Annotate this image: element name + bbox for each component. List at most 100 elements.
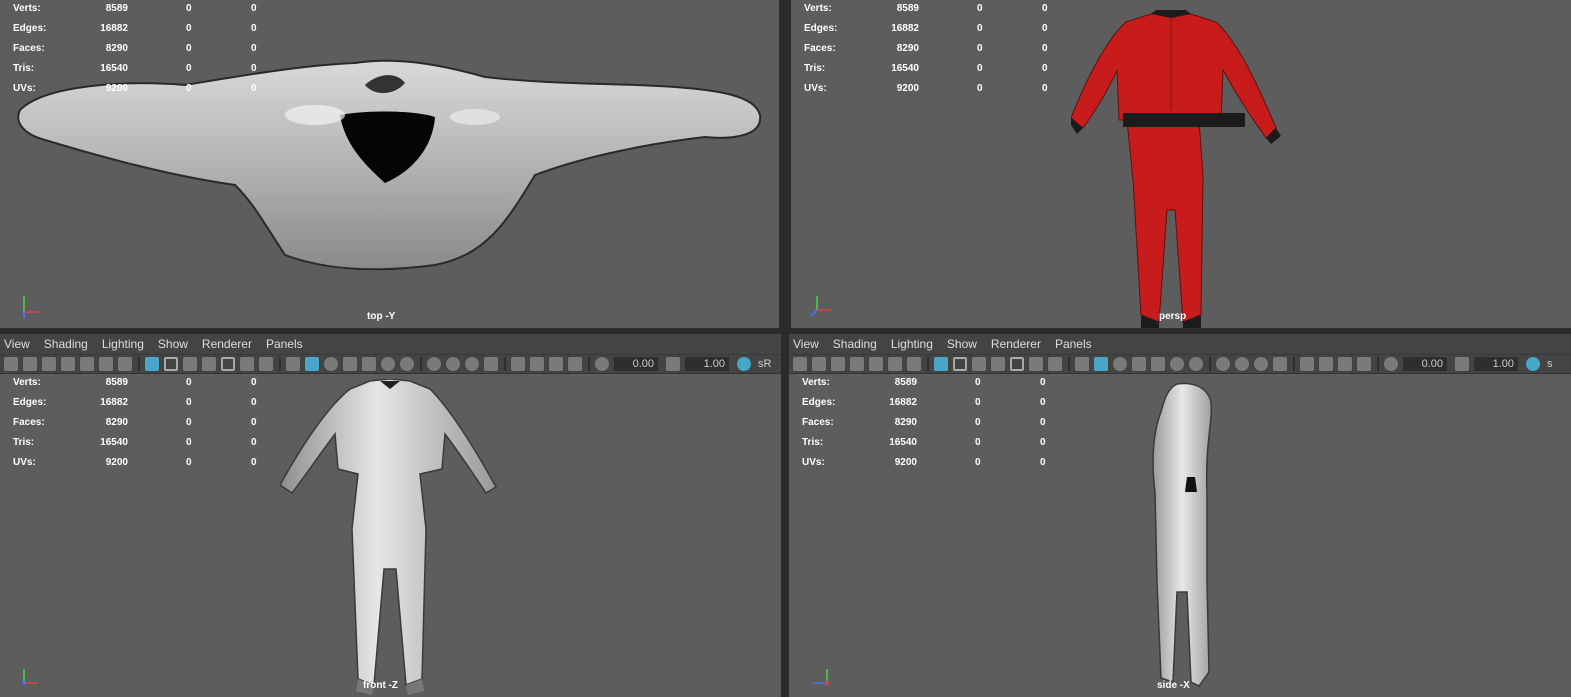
shadows-icon[interactable] <box>400 357 414 371</box>
stat-row-tris: Tris: 16540 0 0 <box>0 60 270 80</box>
safe-action-icon[interactable] <box>1029 357 1043 371</box>
gamma-icon[interactable] <box>666 357 680 371</box>
xray-icon[interactable] <box>362 357 376 371</box>
menu-renderer[interactable]: Renderer <box>991 337 1041 351</box>
safe-title-icon[interactable] <box>1048 357 1062 371</box>
resolution-gate-icon[interactable] <box>972 357 986 371</box>
film-gate-icon[interactable] <box>953 357 967 371</box>
shadows-icon[interactable] <box>1189 357 1203 371</box>
xray-joints-icon[interactable] <box>1319 357 1333 371</box>
color-management-icon[interactable] <box>1526 357 1540 371</box>
bookmark-camera-icon[interactable] <box>831 357 845 371</box>
menu-show[interactable]: Show <box>947 337 977 351</box>
select-camera-icon[interactable] <box>793 357 807 371</box>
jumpsuit-persp-mesh[interactable] <box>1071 10 1281 328</box>
grid-icon[interactable] <box>145 357 159 371</box>
wireframe-on-shaded-icon[interactable] <box>343 357 357 371</box>
menu-view[interactable]: View <box>793 337 819 351</box>
bookmark-icon[interactable] <box>850 357 864 371</box>
exposure-field[interactable]: 0.00 <box>614 357 658 371</box>
2d-pan-zoom-icon[interactable] <box>99 357 113 371</box>
gamma-field[interactable]: 1.00 <box>685 357 729 371</box>
screen-space-ao-icon[interactable] <box>427 357 441 371</box>
smooth-shade-icon[interactable] <box>305 357 319 371</box>
menu-lighting[interactable]: Lighting <box>891 337 933 351</box>
safe-title-icon[interactable] <box>259 357 273 371</box>
xray-active-icon[interactable] <box>549 357 563 371</box>
stat-label: Edges: <box>13 23 47 34</box>
view-transform-label[interactable]: sR <box>758 358 771 370</box>
isolate-select-icon[interactable] <box>511 357 525 371</box>
stat-value: 0 <box>1042 43 1048 54</box>
xray-icon[interactable] <box>1151 357 1165 371</box>
screen-space-ao-icon[interactable] <box>1216 357 1230 371</box>
lights-icon[interactable] <box>1170 357 1184 371</box>
motion-blur-icon[interactable] <box>1235 357 1249 371</box>
default-material-icon[interactable] <box>1113 357 1127 371</box>
2d-pan-zoom-icon[interactable] <box>888 357 902 371</box>
wireframe-icon[interactable] <box>286 357 300 371</box>
jumpsuit-side-mesh[interactable] <box>1147 382 1217 694</box>
stat-value: 0 <box>977 23 983 34</box>
viewport-persp[interactable]: Verts: 8589 0 0 Edges: 16882 0 0 Faces: 8290 0 0 … <box>791 0 1571 328</box>
viewport-front[interactable]: View Shading Lighting Show Renderer Pane… <box>0 334 781 697</box>
anti-aliasing-icon[interactable] <box>465 357 479 371</box>
menu-shading[interactable]: Shading <box>44 337 88 351</box>
exposure-field[interactable]: 0.00 <box>1403 357 1447 371</box>
menu-panels[interactable]: Panels <box>266 337 303 351</box>
stat-label: Faces: <box>802 417 834 428</box>
texture-icon[interactable] <box>568 357 582 371</box>
resolution-gate-icon[interactable] <box>183 357 197 371</box>
depth-of-field-icon[interactable] <box>1273 357 1287 371</box>
stat-row-uvs: UVs: 9200 0 0 <box>0 80 270 100</box>
xray-joints-icon[interactable] <box>530 357 544 371</box>
grid-icon[interactable] <box>934 357 948 371</box>
gate-mask-icon[interactable] <box>991 357 1005 371</box>
viewport-side[interactable]: View Shading Lighting Show Renderer Pane… <box>789 334 1571 697</box>
anti-aliasing-icon[interactable] <box>1254 357 1268 371</box>
menu-renderer[interactable]: Renderer <box>202 337 252 351</box>
field-chart-icon[interactable] <box>221 357 235 371</box>
gamma-field[interactable]: 1.00 <box>1474 357 1518 371</box>
default-material-icon[interactable] <box>324 357 338 371</box>
menu-view[interactable]: View <box>4 337 30 351</box>
stat-value: 8290 <box>894 417 917 428</box>
grease-pencil-icon[interactable] <box>118 357 132 371</box>
viewport-top[interactable]: Verts: 8589 0 0 Edges: 16882 0 0 Faces: 8290 0 0 … <box>0 0 779 328</box>
xray-active-icon[interactable] <box>1338 357 1352 371</box>
color-management-icon[interactable] <box>737 357 751 371</box>
camera-attributes-icon[interactable] <box>812 357 826 371</box>
stat-row-edges: Edges: 16882 0 0 <box>0 394 270 414</box>
menu-panels[interactable]: Panels <box>1055 337 1092 351</box>
gamma-icon[interactable] <box>1455 357 1469 371</box>
menu-lighting[interactable]: Lighting <box>102 337 144 351</box>
field-chart-icon[interactable] <box>1010 357 1024 371</box>
jumpsuit-front-mesh[interactable] <box>280 379 500 697</box>
grease-pencil-icon[interactable] <box>907 357 921 371</box>
camera-attributes-icon[interactable] <box>23 357 37 371</box>
exposure-icon[interactable] <box>595 357 609 371</box>
bookmark-icon[interactable] <box>61 357 75 371</box>
depth-of-field-icon[interactable] <box>484 357 498 371</box>
smooth-shade-icon[interactable] <box>1094 357 1108 371</box>
safe-action-icon[interactable] <box>240 357 254 371</box>
select-camera-icon[interactable] <box>4 357 18 371</box>
exposure-icon[interactable] <box>1384 357 1398 371</box>
film-gate-icon[interactable] <box>164 357 178 371</box>
image-plane-icon[interactable] <box>869 357 883 371</box>
wireframe-on-shaded-icon[interactable] <box>1132 357 1146 371</box>
stat-value: 9200 <box>105 457 128 468</box>
stat-value: 0 <box>186 437 192 448</box>
view-transform-label[interactable]: s <box>1547 358 1553 370</box>
menu-shading[interactable]: Shading <box>833 337 877 351</box>
texture-icon[interactable] <box>1357 357 1371 371</box>
menu-show[interactable]: Show <box>158 337 188 351</box>
motion-blur-icon[interactable] <box>446 357 460 371</box>
image-plane-icon[interactable] <box>80 357 94 371</box>
bookmark-camera-icon[interactable] <box>42 357 56 371</box>
wireframe-icon[interactable] <box>1075 357 1089 371</box>
stat-value: 0 <box>1042 23 1048 34</box>
isolate-select-icon[interactable] <box>1300 357 1314 371</box>
gate-mask-icon[interactable] <box>202 357 216 371</box>
lights-icon[interactable] <box>381 357 395 371</box>
